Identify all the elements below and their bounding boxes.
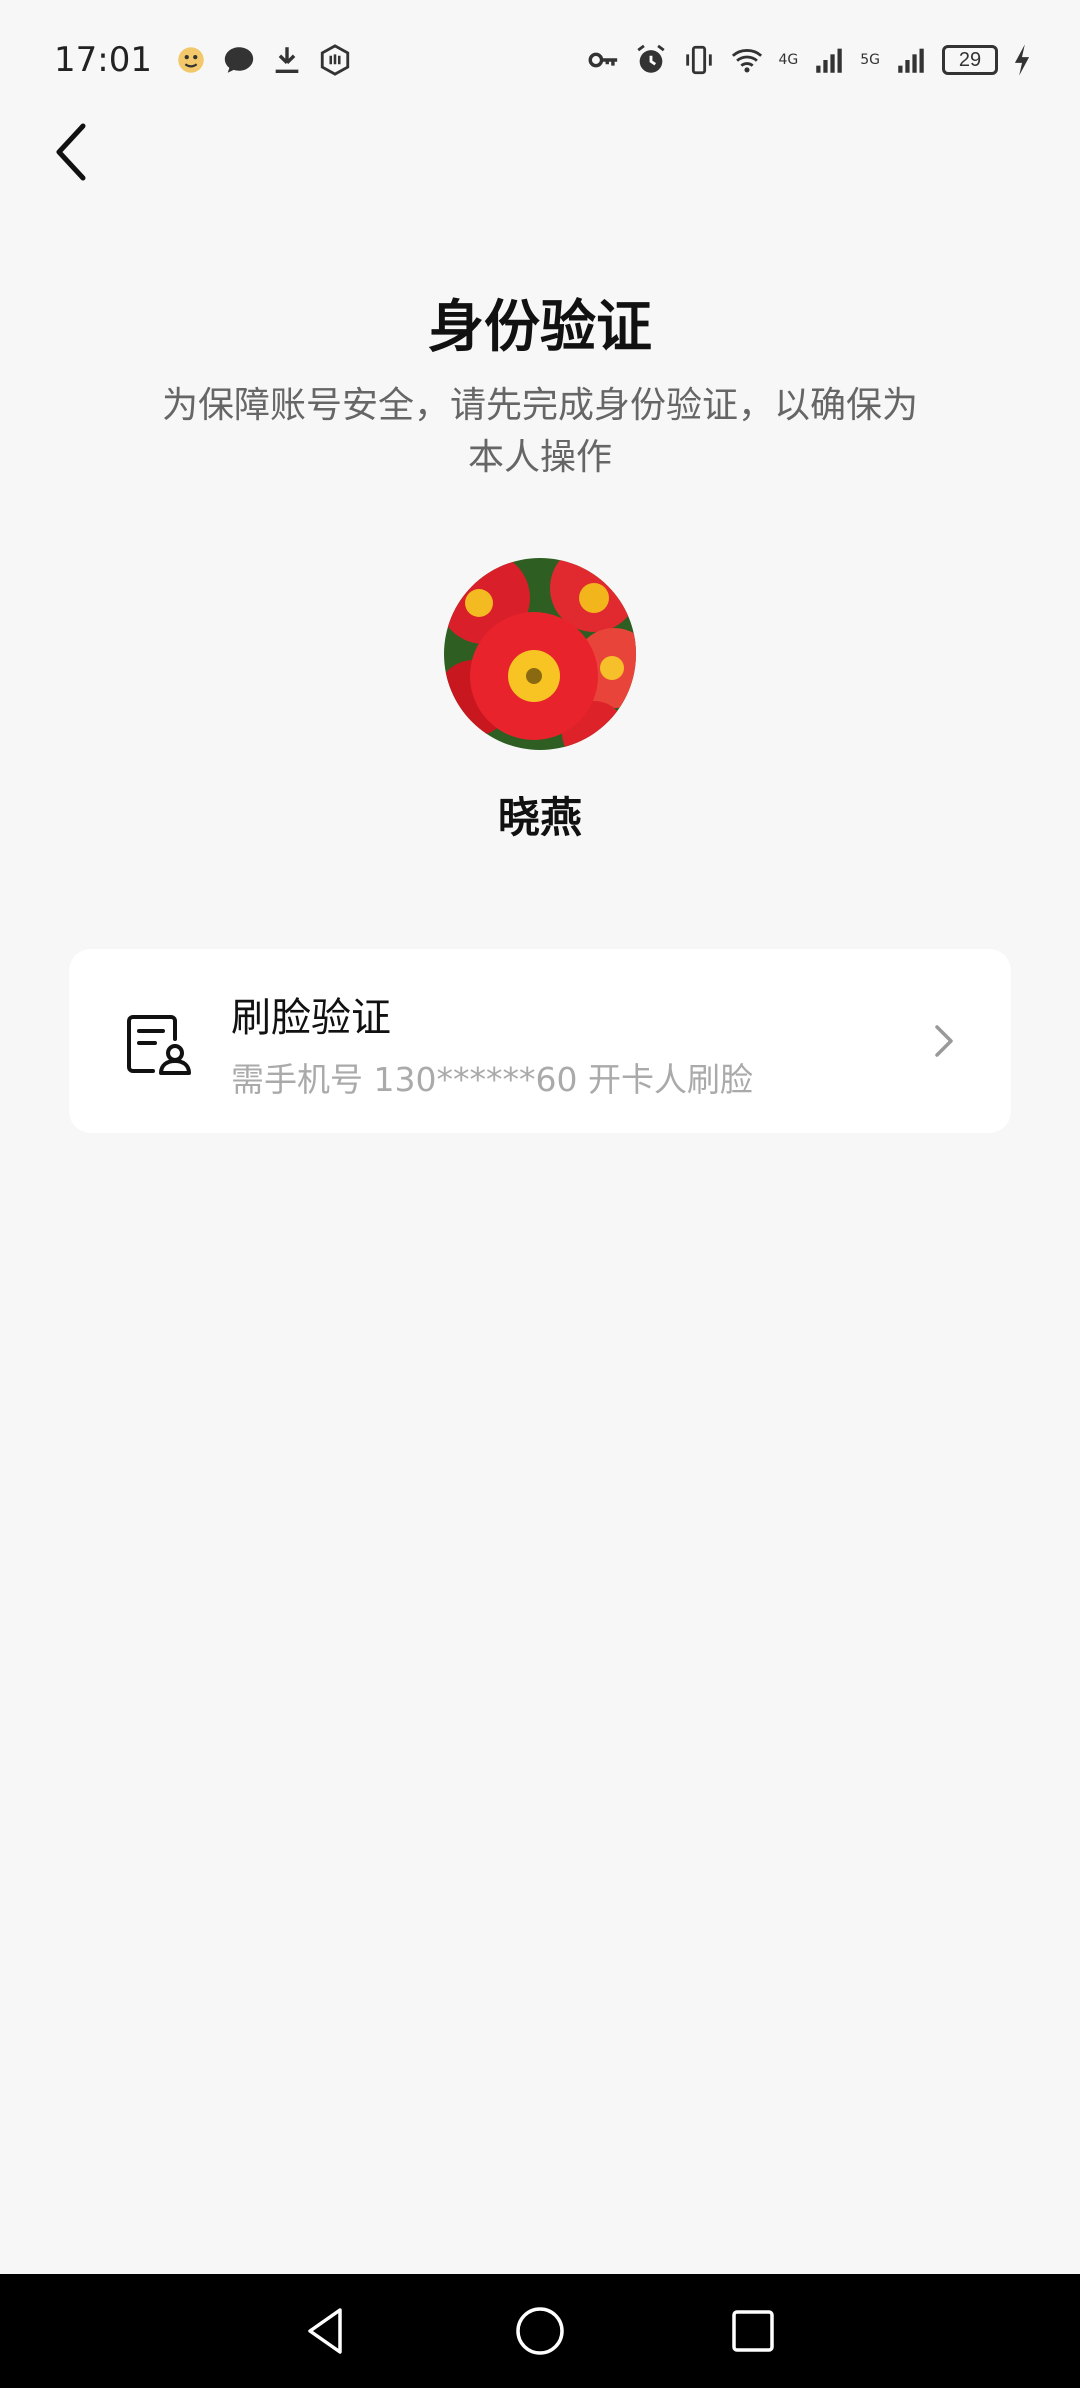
hand-icon xyxy=(318,43,352,77)
avatar xyxy=(444,558,636,750)
home-circle-icon xyxy=(516,2307,564,2355)
status-time: 17:01 xyxy=(54,40,152,80)
chevron-right-icon xyxy=(931,1021,957,1061)
key-icon xyxy=(586,43,620,77)
chat-bubble-icon xyxy=(222,43,256,77)
page-subtitle: 为保障账号安全，请先完成身份验证，以确保为本人操作 xyxy=(161,385,918,478)
status-bar: 17:01 4G 5G 29 xyxy=(0,0,1080,120)
page-title: 身份验证 xyxy=(428,295,652,360)
status-right: 4G 5G 29 xyxy=(586,43,1032,77)
battery-icon: 29 xyxy=(942,45,998,75)
nav-recents-button[interactable] xyxy=(723,2301,783,2361)
face-verification-option[interactable]: 刷脸验证 需手机号 130******60 开卡人刷脸 xyxy=(69,949,1011,1133)
status-left: 17:01 xyxy=(54,40,352,80)
charging-icon xyxy=(1012,43,1032,77)
option-description: 需手机号 130******60 开卡人刷脸 xyxy=(231,1060,753,1099)
option-title: 刷脸验证 xyxy=(231,995,391,1041)
download-icon xyxy=(270,43,304,77)
flower-avatar-image xyxy=(444,558,636,750)
username: 晓燕 xyxy=(497,793,582,842)
back-button[interactable] xyxy=(42,112,100,192)
face-id-document-icon xyxy=(123,1009,193,1079)
network-type-label: 4G xyxy=(778,52,799,68)
wifi-icon xyxy=(730,43,764,77)
vibrate-icon xyxy=(682,43,716,77)
nav-home-button[interactable] xyxy=(510,2301,570,2361)
signal-icon xyxy=(812,43,846,77)
recents-square-icon xyxy=(732,2310,775,2352)
signal-icon xyxy=(894,43,928,77)
emoji-icon xyxy=(174,43,208,77)
back-triangle-icon xyxy=(307,2308,342,2354)
alarm-icon xyxy=(634,43,668,77)
chevron-left-icon xyxy=(56,123,86,181)
network-type-label: 5G xyxy=(860,52,880,68)
system-nav-bar xyxy=(0,2274,1080,2388)
nav-back-button[interactable] xyxy=(297,2301,357,2361)
